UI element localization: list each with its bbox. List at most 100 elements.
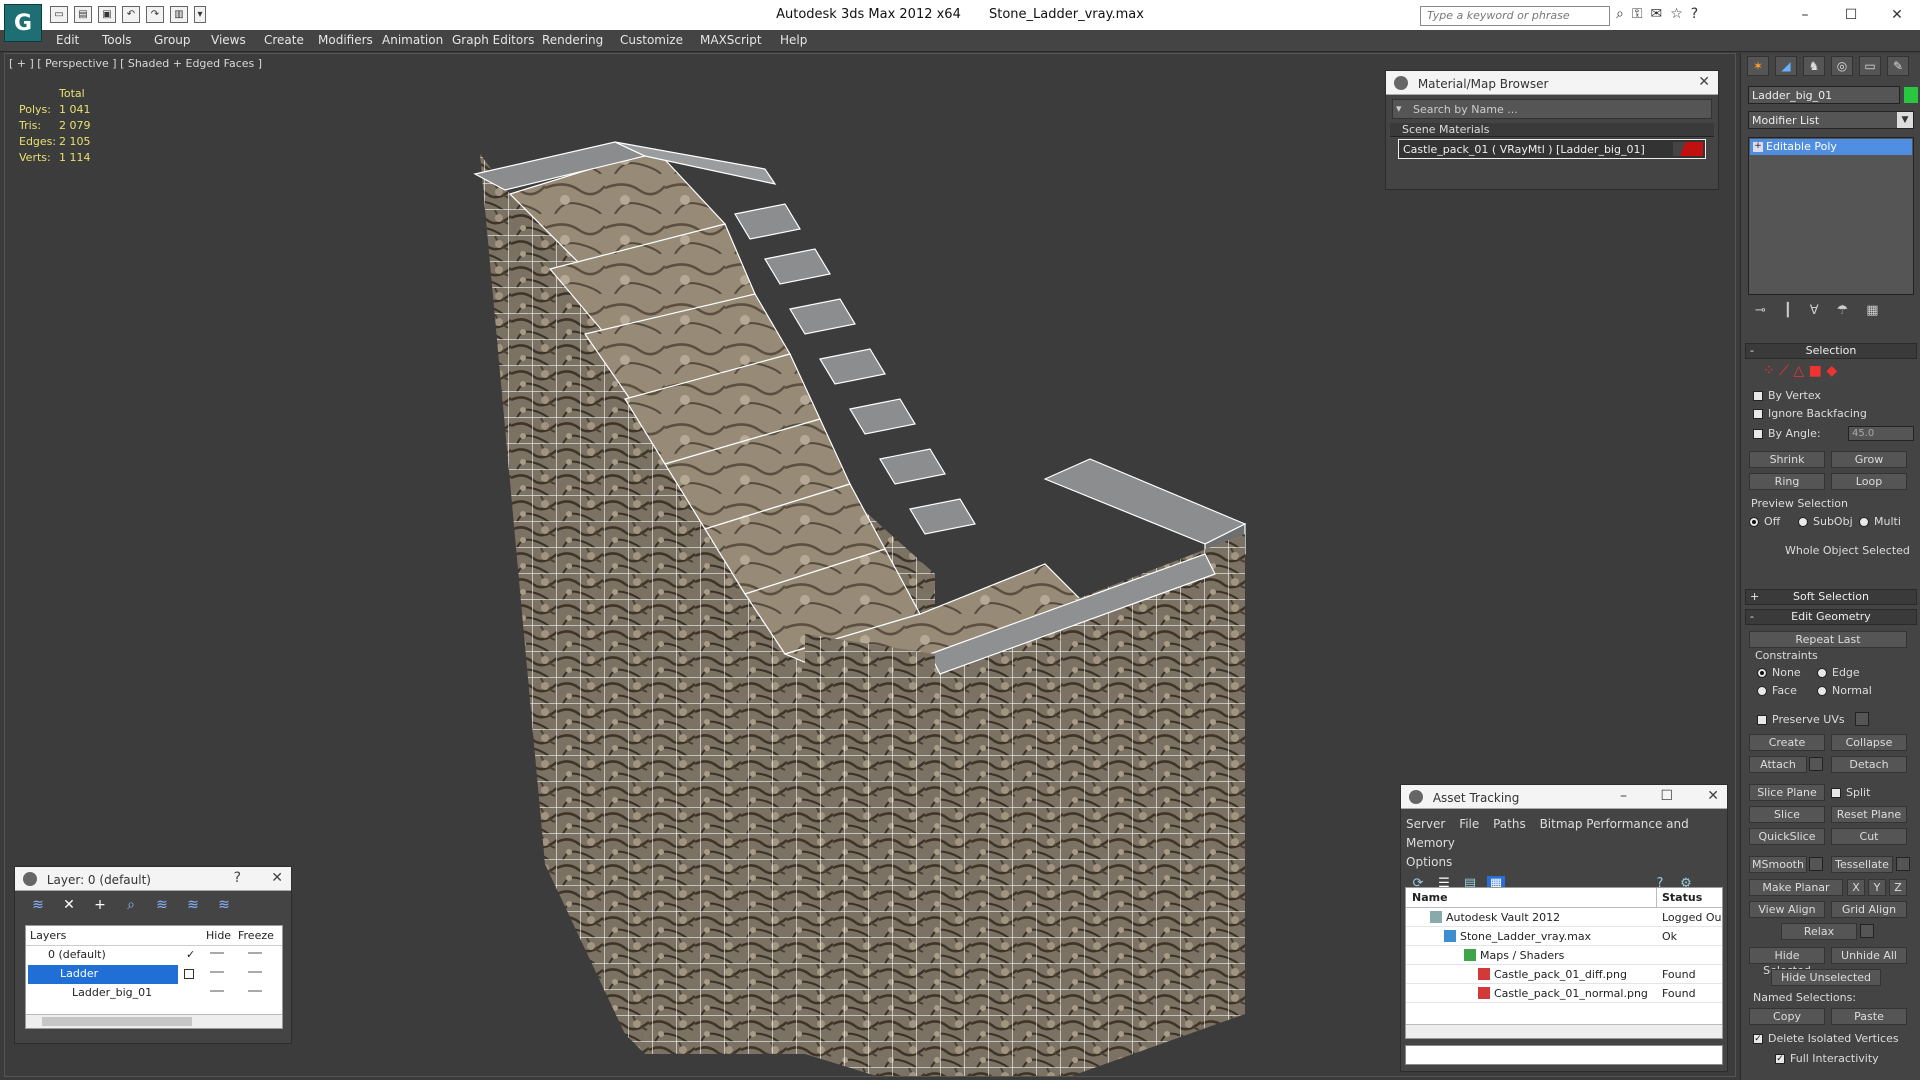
make-planar-button[interactable]: Make Planar	[1749, 879, 1843, 896]
freeze-all-layers-icon[interactable]: ≋	[213, 897, 235, 913]
asset-row[interactable]: Stone_Ladder_vray.max Ok	[1406, 927, 1722, 946]
hide-column-header[interactable]: Hide	[206, 929, 231, 942]
scrollbar-thumb[interactable]	[42, 1017, 192, 1026]
material-browser-titlebar[interactable]: Material/Map Browser ✕	[1386, 71, 1718, 95]
select-in-layer-icon[interactable]: ⌕	[120, 897, 142, 913]
close-icon[interactable]: ✕	[1698, 74, 1710, 90]
delete-layer-icon[interactable]: ✕	[58, 897, 80, 913]
status-column-header[interactable]: Status	[1662, 891, 1702, 904]
menu-animation[interactable]: Animation	[382, 33, 443, 47]
menu-graph-editors[interactable]: Graph Editors	[452, 33, 534, 47]
display-tab-icon[interactable]: ▭	[1859, 56, 1881, 76]
layer-row-selected[interactable]: Ladder	[26, 965, 282, 984]
minimize-icon[interactable]: –	[1620, 788, 1627, 804]
detach-button[interactable]: Detach	[1831, 756, 1907, 773]
filter-icon[interactable]: ▾	[1396, 102, 1402, 115]
constraint-edge-radio[interactable]: Edge	[1817, 666, 1860, 679]
menu-create[interactable]: Create	[264, 33, 304, 47]
planar-z-button[interactable]: Z	[1889, 879, 1907, 896]
tessellate-button[interactable]: Tessellate	[1831, 856, 1893, 873]
hide-selected-button[interactable]: Hide Selected	[1749, 947, 1825, 977]
communication-icon[interactable]: ✉	[1651, 6, 1663, 22]
planar-y-button[interactable]: Y	[1868, 879, 1886, 896]
slice-plane-button[interactable]: Slice Plane	[1749, 784, 1825, 801]
full-interactivity-checkbox[interactable]: ✓ Full Interactivity	[1775, 1052, 1879, 1065]
attach-settings-button[interactable]	[1809, 757, 1823, 771]
menu-modifiers[interactable]: Modifiers	[318, 33, 373, 47]
asset-row[interactable]: Autodesk Vault 2012 Logged Ou	[1406, 908, 1722, 927]
asset-tracking-titlebar[interactable]: Asset Tracking – ☐ ✕	[1401, 785, 1727, 809]
grid-align-button[interactable]: Grid Align	[1831, 901, 1907, 918]
stack-item-editable-poly[interactable]: + Editable Poly	[1750, 139, 1912, 155]
layer-panel-titlebar[interactable]: Layer: 0 (default) ? ✕	[15, 867, 291, 891]
preview-off-radio[interactable]: Off	[1749, 515, 1780, 528]
add-to-layer-icon[interactable]: +	[89, 897, 111, 913]
reset-plane-button[interactable]: Reset Plane	[1831, 806, 1907, 823]
freeze-column-header[interactable]: Freeze	[238, 929, 274, 942]
split-checkbox[interactable]: Split	[1831, 786, 1870, 799]
close-icon[interactable]: ✕	[1707, 788, 1719, 804]
binoculars-icon[interactable]: ⌕	[1616, 6, 1624, 22]
utilities-tab-icon[interactable]: ✎	[1887, 56, 1909, 76]
redo-icon[interactable]: ↷	[146, 6, 164, 23]
view-align-button[interactable]: View Align	[1749, 901, 1825, 918]
constraint-normal-radio[interactable]: Normal	[1817, 684, 1872, 697]
asset-row[interactable]: Maps / Shaders	[1406, 946, 1722, 965]
angle-spinner[interactable]: 45.0	[1848, 426, 1914, 441]
selection-rollout-header[interactable]: - Selection	[1745, 343, 1917, 359]
subobject-mode-icons[interactable]: ⁘ ⟋ △ ■ ◆	[1763, 363, 1837, 379]
unhide-all-button[interactable]: Unhide All	[1831, 947, 1907, 964]
freeze-toggle[interactable]	[248, 952, 262, 954]
motion-tab-icon[interactable]: ◎	[1831, 56, 1853, 76]
preserve-uvs-checkbox[interactable]: Preserve UVs	[1757, 713, 1845, 726]
asset-horizontal-scrollbar[interactable]	[1406, 1024, 1722, 1038]
layers-column-header[interactable]: Layers	[30, 929, 66, 942]
favorites-star-icon[interactable]: ☆	[1670, 6, 1683, 22]
planar-x-button[interactable]: X	[1847, 879, 1865, 896]
asset-row[interactable]: Castle_pack_01_diff.png Found	[1406, 965, 1722, 984]
object-name-field[interactable]: Ladder_big_01	[1748, 86, 1900, 104]
configure-sets-icon[interactable]: ▦	[1866, 303, 1878, 318]
asset-menu-paths[interactable]: Paths	[1493, 817, 1526, 831]
close-icon[interactable]: ✕	[1874, 0, 1920, 30]
viewport-label[interactable]: [ + ] [ Perspective ] [ Shaded + Edged F…	[9, 57, 262, 70]
application-logo-button[interactable]: G	[4, 4, 42, 42]
loop-button[interactable]: Loop	[1831, 473, 1907, 490]
help-icon[interactable]: ?	[1691, 6, 1698, 22]
create-button[interactable]: Create	[1749, 734, 1825, 751]
grow-button[interactable]: Grow	[1831, 451, 1907, 468]
shrink-button[interactable]: Shrink	[1749, 451, 1825, 468]
save-file-icon[interactable]: ▣	[98, 6, 116, 23]
constraint-none-radio[interactable]: None	[1757, 666, 1801, 679]
menu-edit[interactable]: Edit	[56, 33, 79, 47]
relax-button[interactable]: Relax	[1781, 923, 1857, 940]
by-vertex-checkbox[interactable]: By Vertex	[1753, 389, 1821, 402]
remove-modifier-icon[interactable]: ☂	[1837, 303, 1849, 318]
asset-menu-bitmap-performance[interactable]: Bitmap Performance and Memory	[1406, 817, 1689, 850]
asset-menu-server[interactable]: Server	[1406, 817, 1445, 831]
relax-settings-button[interactable]	[1860, 924, 1874, 938]
asset-menu-options[interactable]: Options	[1406, 855, 1452, 869]
hide-toggle[interactable]	[210, 990, 224, 992]
qat-dropdown-icon[interactable]: ▾	[194, 6, 206, 23]
object-row[interactable]: Ladder_big_01	[26, 984, 282, 1003]
open-file-icon[interactable]: ▤	[74, 6, 92, 23]
minimize-icon[interactable]: –	[1782, 0, 1828, 30]
scene-materials-section[interactable]: Scene Materials	[1390, 123, 1714, 137]
undo-icon[interactable]: ↶	[122, 6, 140, 23]
preview-multi-radio[interactable]: Multi	[1859, 515, 1901, 528]
subscription-icon[interactable]: ⚿	[1632, 6, 1643, 22]
msmooth-button[interactable]: MSmooth	[1749, 856, 1807, 873]
menu-customize[interactable]: Customize	[620, 33, 683, 47]
cut-button[interactable]: Cut	[1831, 828, 1907, 845]
modifier-stack[interactable]: + Editable Poly	[1748, 137, 1914, 295]
edit-geometry-rollout-header[interactable]: - Edit Geometry	[1745, 609, 1917, 625]
quickslice-button[interactable]: QuickSlice	[1749, 828, 1825, 845]
freeze-toggle[interactable]	[248, 990, 262, 992]
asset-row[interactable]: Castle_pack_01_normal.png Found	[1406, 984, 1722, 1003]
menu-tools[interactable]: Tools	[102, 33, 132, 47]
repeat-last-button[interactable]: Repeat Last	[1749, 631, 1907, 648]
hide-toggle[interactable]	[210, 952, 224, 954]
expand-plus-icon[interactable]: +	[1753, 142, 1763, 152]
material-item[interactable]: Castle_pack_01 ( VRayMtl ) [Ladder_big_0…	[1398, 139, 1706, 159]
